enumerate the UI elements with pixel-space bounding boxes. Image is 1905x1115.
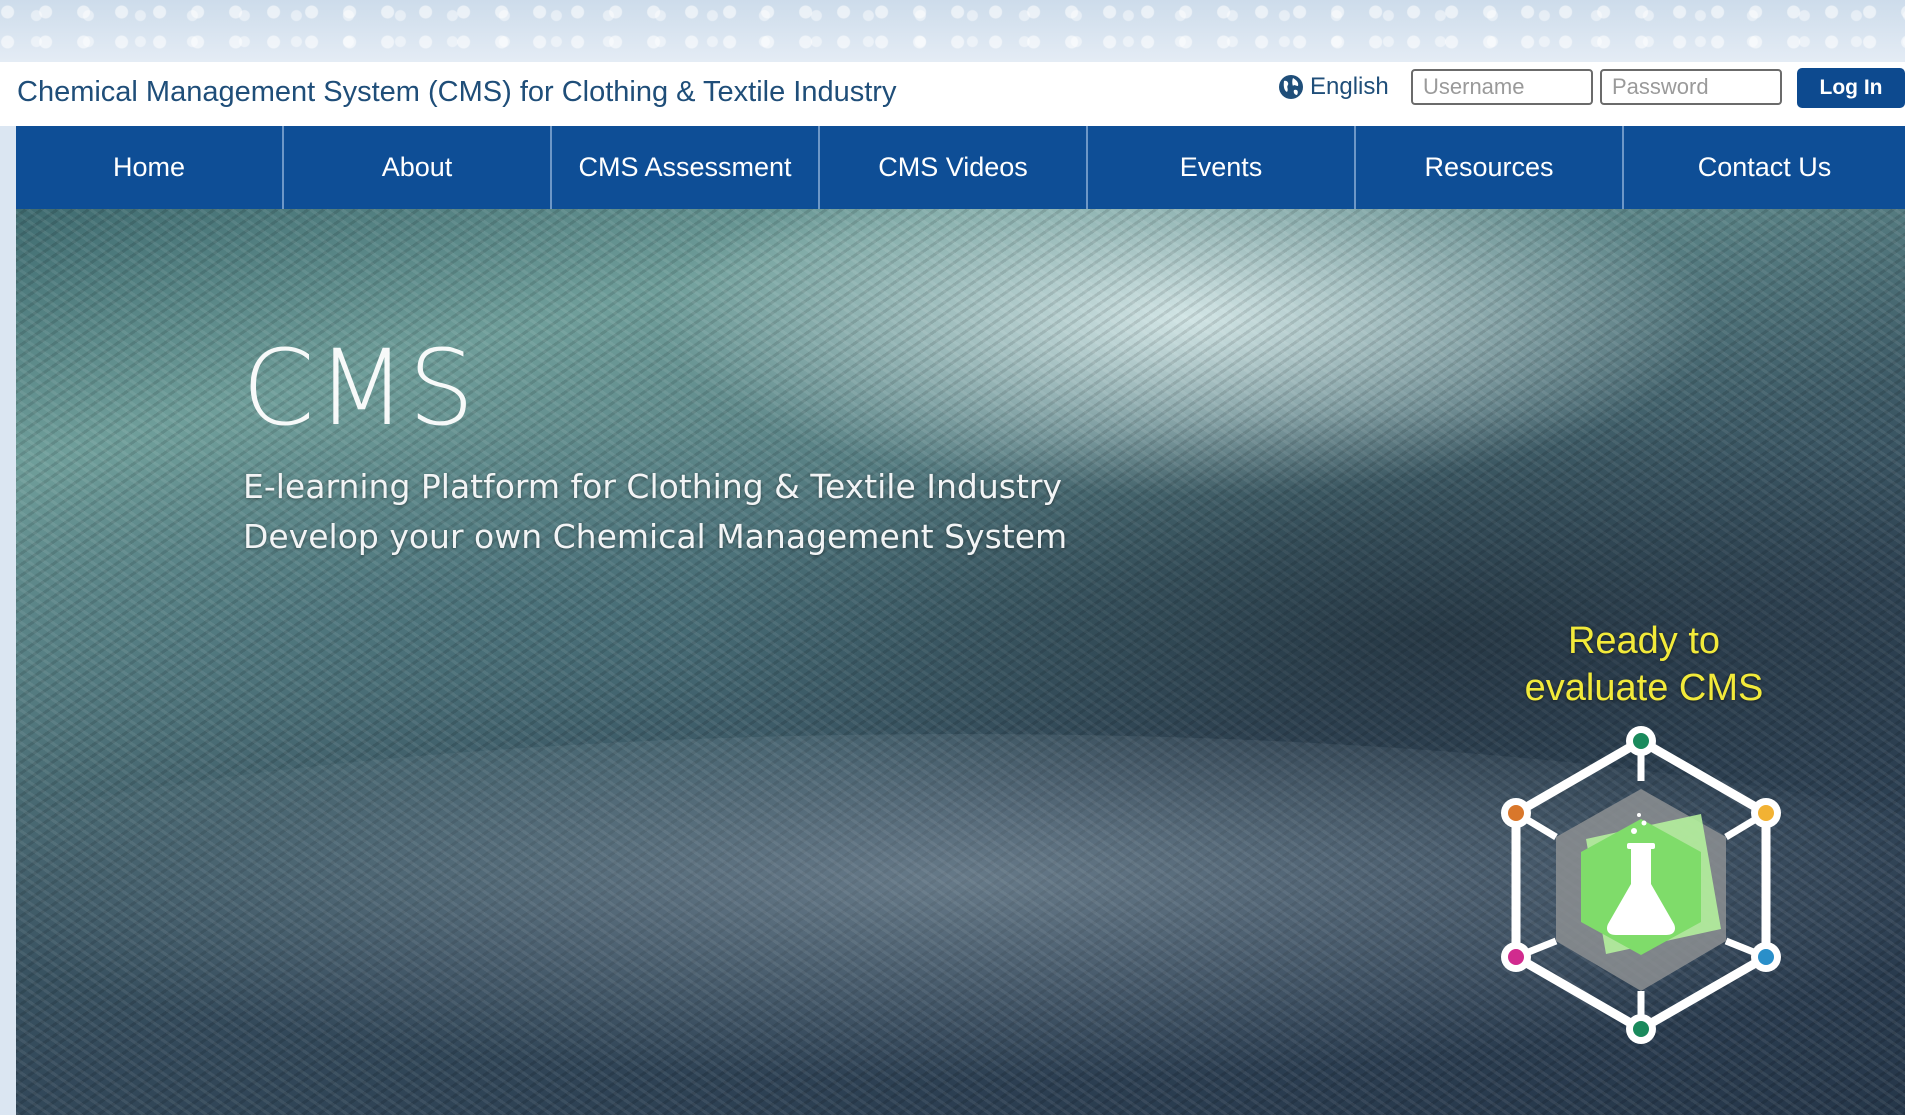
flask-hexagon-icon[interactable] xyxy=(1476,719,1806,1079)
nav-item-contact-us[interactable]: Contact Us xyxy=(1624,126,1905,209)
hero-subtitle-line1: E-learning Platform for Clothing & Texti… xyxy=(243,467,1063,506)
username-input[interactable] xyxy=(1411,69,1593,105)
site-title: Chemical Management System (CMS) for Clo… xyxy=(17,76,897,108)
hero-banner: CMS E-learning Platform for Clothing & T… xyxy=(16,209,1905,1115)
nav-item-home[interactable]: Home xyxy=(16,126,284,209)
language-selector[interactable]: English xyxy=(1278,72,1389,102)
hero-title: CMS xyxy=(242,327,477,449)
login-button[interactable]: Log In xyxy=(1797,68,1905,108)
nav-item-resources[interactable]: Resources xyxy=(1356,126,1624,209)
main-nav: Home About CMS Assessment CMS Videos Eve… xyxy=(16,126,1905,209)
nav-item-cms-videos[interactable]: CMS Videos xyxy=(820,126,1088,209)
nav-item-events[interactable]: Events xyxy=(1088,126,1356,209)
globe-icon xyxy=(1279,75,1303,99)
top-decorative-band xyxy=(0,0,1905,62)
password-input[interactable] xyxy=(1600,69,1782,105)
hero-subtitle-line2: Develop your own Chemical Management Sys… xyxy=(243,517,1068,556)
nav-item-about[interactable]: About xyxy=(284,126,552,209)
evaluate-cta[interactable]: Ready to evaluate CMS xyxy=(1484,618,1804,712)
cta-line1: Ready to xyxy=(1567,620,1721,662)
cta-line2: evaluate CMS xyxy=(1524,667,1764,709)
nav-item-cms-assessment[interactable]: CMS Assessment xyxy=(552,126,820,209)
language-label: English xyxy=(1310,73,1389,100)
header-bar: Chemical Management System (CMS) for Clo… xyxy=(0,62,1905,126)
